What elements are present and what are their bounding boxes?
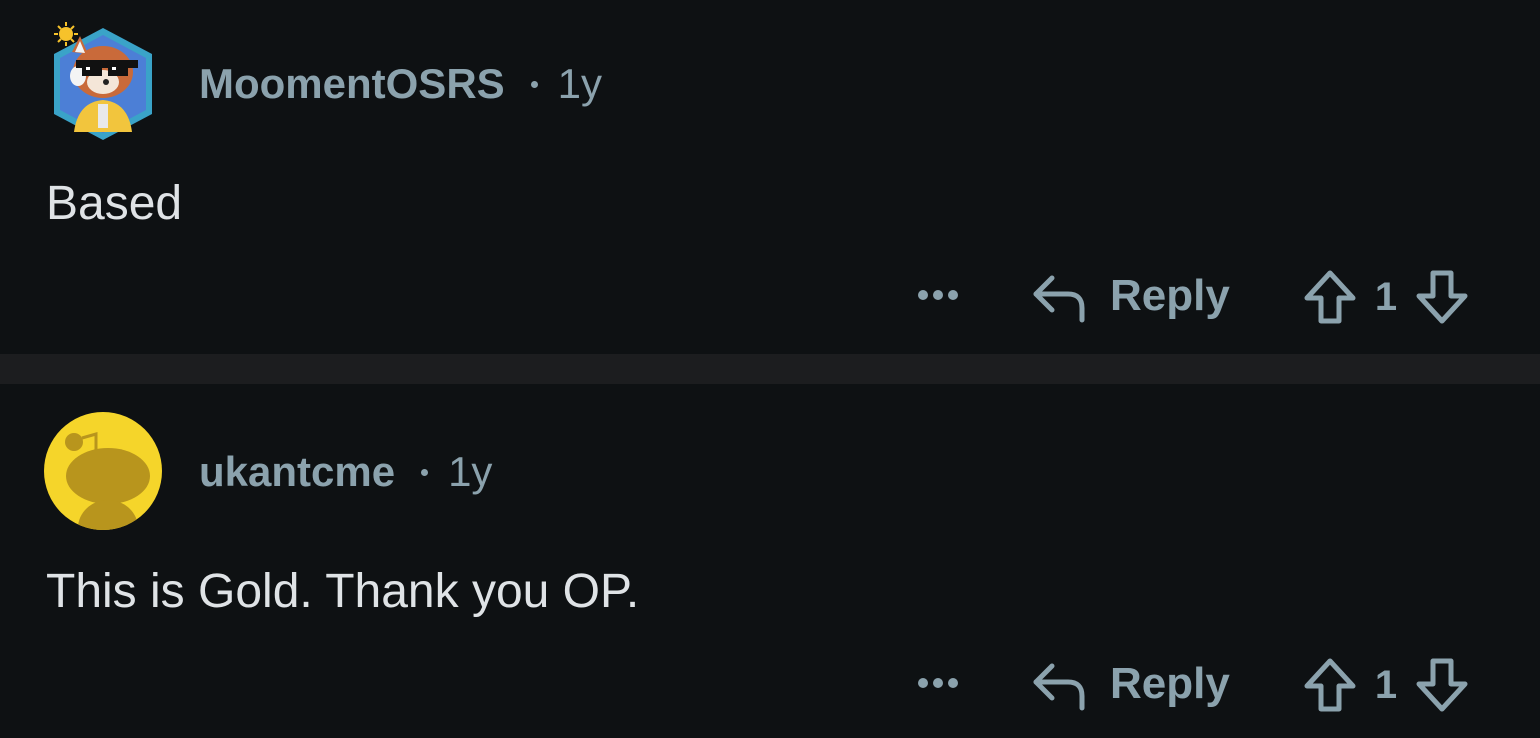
downvote-button[interactable] [1414, 656, 1470, 714]
ellipsis-dot [948, 290, 958, 300]
timestamp: 1y [448, 448, 493, 495]
comment: MoomentOSRS 1y Based Reply 1 [0, 0, 1540, 354]
vote-score: 1 [1374, 274, 1398, 319]
comment-meta: ukantcme 1y [199, 448, 492, 496]
username[interactable]: MoomentOSRS [199, 60, 505, 108]
user-avatar[interactable] [44, 22, 162, 140]
timestamp: 1y [557, 60, 603, 107]
reply-button[interactable]: Reply [1030, 268, 1230, 324]
downvote-button[interactable] [1414, 268, 1470, 326]
username[interactable]: ukantcme [199, 448, 395, 496]
upvote-button[interactable] [1302, 656, 1358, 714]
red-panda-avatar-icon [54, 22, 152, 140]
separator-dot [530, 80, 538, 88]
comment-divider [0, 354, 1540, 384]
ellipsis-icon [918, 290, 928, 300]
upvote-button[interactable] [1302, 268, 1358, 326]
vote-controls: 1 [1302, 268, 1470, 326]
user-avatar[interactable] [44, 412, 162, 530]
vote-score: 1 [1374, 662, 1398, 707]
ellipsis-dot [933, 678, 943, 688]
reply-label: Reply [1110, 659, 1230, 708]
ellipsis-icon [918, 678, 928, 688]
downvote-arrow-icon [1416, 658, 1468, 712]
reply-arrow-icon [1033, 275, 1085, 323]
downvote-arrow-icon [1416, 270, 1468, 324]
ellipsis-dot [948, 678, 958, 688]
comment-body: This is Gold. Thank you OP. [46, 565, 640, 618]
upvote-arrow-icon [1304, 270, 1356, 324]
ellipsis-dot [933, 290, 943, 300]
vote-controls: 1 [1302, 656, 1470, 714]
reply-label: Reply [1110, 271, 1230, 320]
comment: ukantcme 1y This is Gold. Thank you OP. … [0, 384, 1540, 738]
reply-arrow-icon [1033, 663, 1085, 711]
more-options-button[interactable] [918, 678, 958, 688]
snoo-avatar-icon [44, 412, 162, 530]
comment-body: Based [46, 177, 183, 230]
comment-meta: MoomentOSRS 1y [199, 60, 602, 108]
more-options-button[interactable] [918, 290, 958, 300]
reply-button[interactable]: Reply [1030, 656, 1230, 712]
upvote-arrow-icon [1304, 658, 1356, 712]
separator-dot [421, 468, 429, 476]
